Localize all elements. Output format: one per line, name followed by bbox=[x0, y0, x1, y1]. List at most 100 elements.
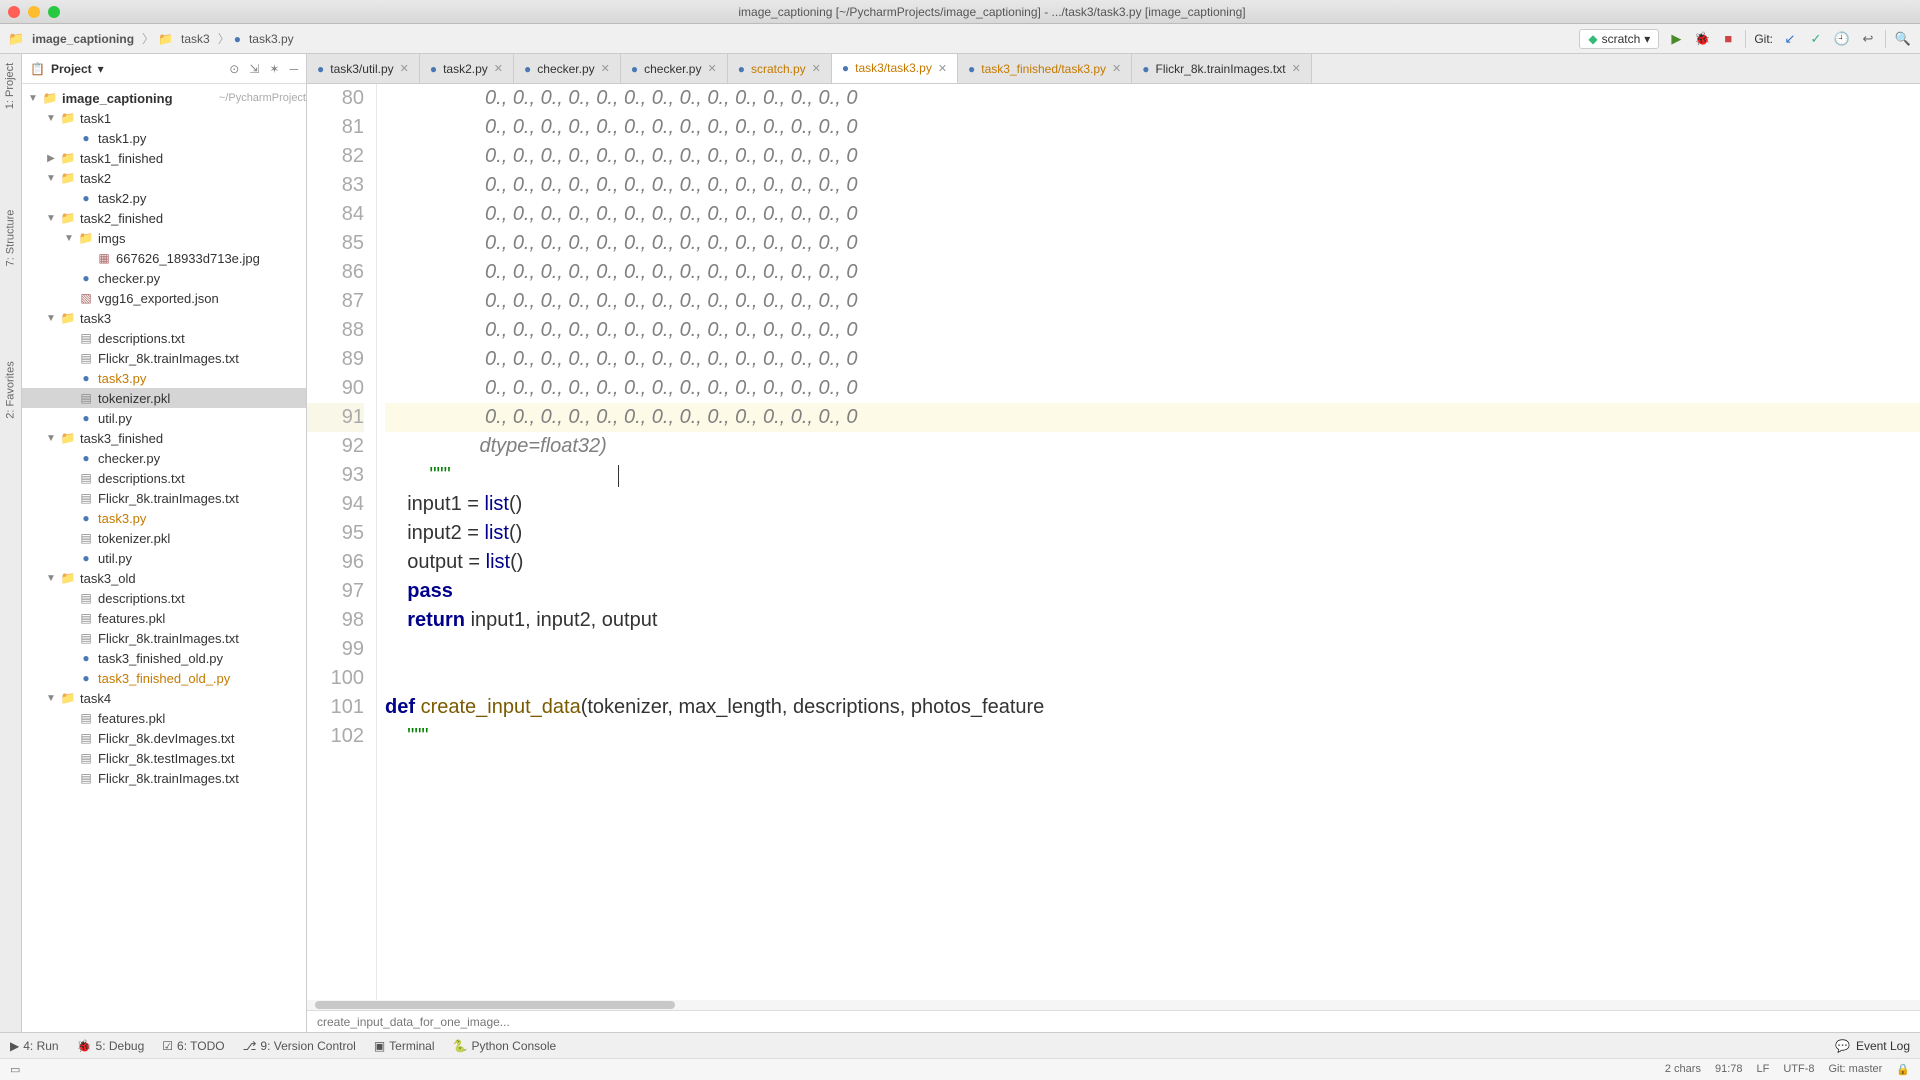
code-line[interactable]: 0., 0., 0., 0., 0., 0., 0., 0., 0., 0., … bbox=[385, 345, 1920, 374]
git-commit-button[interactable]: ✓ bbox=[1807, 30, 1825, 48]
line-number[interactable]: 87 bbox=[307, 287, 364, 316]
scrollbar-thumb[interactable] bbox=[315, 1001, 675, 1009]
code-line[interactable]: 0., 0., 0., 0., 0., 0., 0., 0., 0., 0., … bbox=[385, 171, 1920, 200]
line-number[interactable]: 92 bbox=[307, 432, 364, 461]
tree-item[interactable]: ●checker.py bbox=[22, 268, 306, 288]
line-number[interactable]: 101 bbox=[307, 693, 364, 722]
tree-item[interactable]: ▤features.pkl bbox=[22, 708, 306, 728]
tree-item[interactable]: ▼📁task3_finished bbox=[22, 428, 306, 448]
tree-arrow-icon[interactable]: ▼ bbox=[46, 213, 56, 224]
tree-item[interactable]: ●checker.py bbox=[22, 448, 306, 468]
tree-arrow-icon[interactable]: ▼ bbox=[64, 233, 74, 244]
search-button[interactable]: 🔍 bbox=[1894, 30, 1912, 48]
tree-item[interactable]: ●util.py bbox=[22, 548, 306, 568]
code-line[interactable]: output = list() bbox=[385, 548, 1920, 577]
git-update-button[interactable]: ↙ bbox=[1781, 30, 1799, 48]
editor-breadcrumb[interactable]: create_input_data_for_one_image... bbox=[307, 1010, 1920, 1032]
editor-tab[interactable]: ●task3_finished/task3.py✕ bbox=[958, 54, 1132, 83]
close-tab-icon[interactable]: ✕ bbox=[1292, 62, 1301, 75]
close-tab-icon[interactable]: ✕ bbox=[707, 62, 716, 75]
tree-item[interactable]: ●task2.py bbox=[22, 188, 306, 208]
tree-item[interactable]: ▤tokenizer.pkl bbox=[22, 528, 306, 548]
close-tab-icon[interactable]: ✕ bbox=[812, 62, 821, 75]
code-line[interactable]: 0., 0., 0., 0., 0., 0., 0., 0., 0., 0., … bbox=[385, 200, 1920, 229]
tree-item[interactable]: ●task1.py bbox=[22, 128, 306, 148]
tree-item[interactable]: ▤tokenizer.pkl bbox=[22, 388, 306, 408]
tree-item[interactable]: ▧vgg16_exported.json bbox=[22, 288, 306, 308]
bottom-tool-tab[interactable]: ⎇9: Version Control bbox=[243, 1039, 356, 1053]
line-number[interactable]: 100 bbox=[307, 664, 364, 693]
close-tab-icon[interactable]: ✕ bbox=[400, 62, 409, 75]
git-revert-button[interactable]: ↩ bbox=[1859, 30, 1877, 48]
code-line[interactable]: 0., 0., 0., 0., 0., 0., 0., 0., 0., 0., … bbox=[385, 403, 1920, 432]
code-line[interactable]: dtype=float32) bbox=[385, 432, 1920, 461]
code-line[interactable]: 0., 0., 0., 0., 0., 0., 0., 0., 0., 0., … bbox=[385, 258, 1920, 287]
tree-item[interactable]: ●util.py bbox=[22, 408, 306, 428]
tree-item[interactable]: ▼📁task3 bbox=[22, 308, 306, 328]
chevron-down-icon[interactable]: ▾ bbox=[98, 62, 104, 76]
code-line[interactable]: 0., 0., 0., 0., 0., 0., 0., 0., 0., 0., … bbox=[385, 316, 1920, 345]
tree-arrow-icon[interactable]: ▼ bbox=[28, 93, 38, 104]
line-number[interactable]: 95 bbox=[307, 519, 364, 548]
code-line[interactable]: 0., 0., 0., 0., 0., 0., 0., 0., 0., 0., … bbox=[385, 84, 1920, 113]
line-number[interactable]: 89 bbox=[307, 345, 364, 374]
code-line[interactable]: input1 = list() bbox=[385, 490, 1920, 519]
hide-icon[interactable]: ─ bbox=[289, 62, 298, 76]
line-number[interactable]: 84 bbox=[307, 200, 364, 229]
line-number[interactable]: 91 bbox=[307, 403, 364, 432]
code-line[interactable]: input2 = list() bbox=[385, 519, 1920, 548]
code-line[interactable]: 0., 0., 0., 0., 0., 0., 0., 0., 0., 0., … bbox=[385, 142, 1920, 171]
code-line[interactable]: """ bbox=[385, 722, 1920, 751]
editor-tab[interactable]: ●checker.py✕ bbox=[621, 54, 728, 83]
close-tab-icon[interactable]: ✕ bbox=[494, 62, 503, 75]
tree-item[interactable]: ▤descriptions.txt bbox=[22, 588, 306, 608]
editor-tab[interactable]: ●Flickr_8k.trainImages.txt✕ bbox=[1132, 54, 1312, 83]
horizontal-scrollbar[interactable] bbox=[307, 1000, 1920, 1010]
line-number[interactable]: 94 bbox=[307, 490, 364, 519]
tree-item[interactable]: ▼📁imgs bbox=[22, 228, 306, 248]
tree-item[interactable]: ▼📁image_captioning~/PycharmProject bbox=[22, 88, 306, 108]
bottom-tool-tab[interactable]: 🐞5: Debug bbox=[77, 1039, 145, 1053]
close-tab-icon[interactable]: ✕ bbox=[601, 62, 610, 75]
git-history-button[interactable]: 🕘 bbox=[1833, 30, 1851, 48]
breadcrumb-root[interactable]: image_captioning bbox=[28, 30, 138, 48]
line-number[interactable]: 80 bbox=[307, 84, 364, 113]
event-log-label[interactable]: Event Log bbox=[1856, 1039, 1910, 1053]
code-line[interactable]: 0., 0., 0., 0., 0., 0., 0., 0., 0., 0., … bbox=[385, 113, 1920, 142]
line-number[interactable]: 99 bbox=[307, 635, 364, 664]
tree-item[interactable]: ▼📁task3_old bbox=[22, 568, 306, 588]
tree-arrow-icon[interactable]: ▼ bbox=[46, 433, 56, 444]
code-line[interactable]: return input1, input2, output bbox=[385, 606, 1920, 635]
tree-item[interactable]: ▼📁task2_finished bbox=[22, 208, 306, 228]
tree-item[interactable]: ●task3_finished_old.py bbox=[22, 648, 306, 668]
tree-item[interactable]: ▤features.pkl bbox=[22, 608, 306, 628]
editor-tab[interactable]: ●task2.py✕ bbox=[420, 54, 514, 83]
run-button[interactable]: ▶ bbox=[1667, 30, 1685, 48]
sidebar-tab-structure[interactable]: 7: Structure bbox=[5, 210, 17, 267]
tree-item[interactable]: ▤descriptions.txt bbox=[22, 328, 306, 348]
tree-arrow-icon[interactable]: ▼ bbox=[46, 693, 56, 704]
bottom-tool-tab[interactable]: ▶4: Run bbox=[10, 1039, 59, 1053]
breadcrumb-folder[interactable]: task3 bbox=[177, 30, 214, 48]
line-number[interactable]: 85 bbox=[307, 229, 364, 258]
line-number[interactable]: 82 bbox=[307, 142, 364, 171]
bottom-tool-tab[interactable]: ☑6: TODO bbox=[162, 1039, 224, 1053]
code-line[interactable] bbox=[385, 664, 1920, 693]
editor-tab[interactable]: ●checker.py✕ bbox=[514, 54, 621, 83]
line-number[interactable]: 90 bbox=[307, 374, 364, 403]
tree-item[interactable]: ▤Flickr_8k.trainImages.txt bbox=[22, 348, 306, 368]
bottom-tool-tab[interactable]: 🐍Python Console bbox=[453, 1039, 557, 1053]
tree-arrow-icon[interactable]: ▼ bbox=[46, 113, 56, 124]
line-number[interactable]: 93 bbox=[307, 461, 364, 490]
line-number[interactable]: 102 bbox=[307, 722, 364, 751]
code-content[interactable]: 0., 0., 0., 0., 0., 0., 0., 0., 0., 0., … bbox=[377, 84, 1920, 1000]
tree-item[interactable]: ●task3.py bbox=[22, 368, 306, 388]
status-line-separator[interactable]: LF bbox=[1756, 1063, 1769, 1076]
bottom-tool-tab[interactable]: ▣Terminal bbox=[374, 1039, 435, 1053]
line-number[interactable]: 98 bbox=[307, 606, 364, 635]
tree-arrow-icon[interactable]: ▼ bbox=[46, 173, 56, 184]
editor-tab[interactable]: ●scratch.py✕ bbox=[728, 54, 832, 83]
code-editor[interactable]: 8081828384858687888990919293949596979899… bbox=[307, 84, 1920, 1000]
target-icon[interactable]: ⊙ bbox=[229, 62, 239, 76]
tree-item[interactable]: ▼📁task1 bbox=[22, 108, 306, 128]
